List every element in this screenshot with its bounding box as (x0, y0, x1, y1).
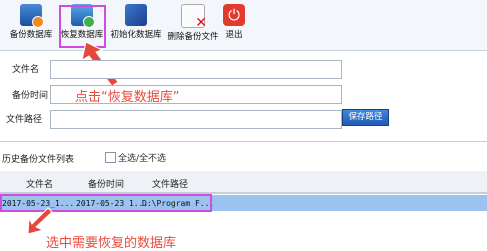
divider (0, 141, 487, 142)
delete-backup-file-button[interactable]: 删除备份文件 (166, 4, 220, 48)
select-all-checkbox[interactable] (105, 152, 116, 163)
backup-time-label: 备份时间 (12, 91, 49, 101)
select-db-annotation: 选中需要恢复的数据库 (46, 236, 177, 251)
backup-database-label: 备份数据库 (9, 30, 53, 40)
backup-database-icon (20, 4, 44, 28)
column-header-backup-time[interactable]: 备份时间 (88, 177, 124, 190)
exit-label: 退出 (225, 30, 243, 40)
column-header-filename[interactable]: 文件名 (26, 177, 53, 190)
history-list-title: 历史备份文件列表 (2, 155, 75, 165)
column-header-file-path[interactable]: 文件路径 (152, 177, 188, 190)
delete-file-icon (181, 4, 207, 31)
select-all-label: 全选/全不选 (118, 154, 167, 164)
file-path-label: 文件路径 (6, 115, 43, 125)
filename-label: 文件名 (12, 65, 40, 75)
save-path-button[interactable]: 保存路径 (342, 109, 389, 126)
backup-database-button[interactable]: 备份数据库 (6, 4, 56, 48)
power-icon: ⏻ (223, 4, 245, 26)
initialize-database-label: 初始化数据库 (110, 30, 162, 40)
history-table-header: 文件名 备份时间 文件路径 (0, 171, 487, 193)
initialize-database-icon (125, 4, 147, 26)
click-restore-annotation: 点击“恢复数据库” (75, 90, 180, 105)
file-path-field[interactable] (50, 110, 342, 129)
filename-field[interactable] (50, 60, 342, 79)
exit-button[interactable]: ⏻ 退出 (222, 4, 246, 48)
delete-backup-file-label: 删除备份文件 (167, 32, 219, 42)
